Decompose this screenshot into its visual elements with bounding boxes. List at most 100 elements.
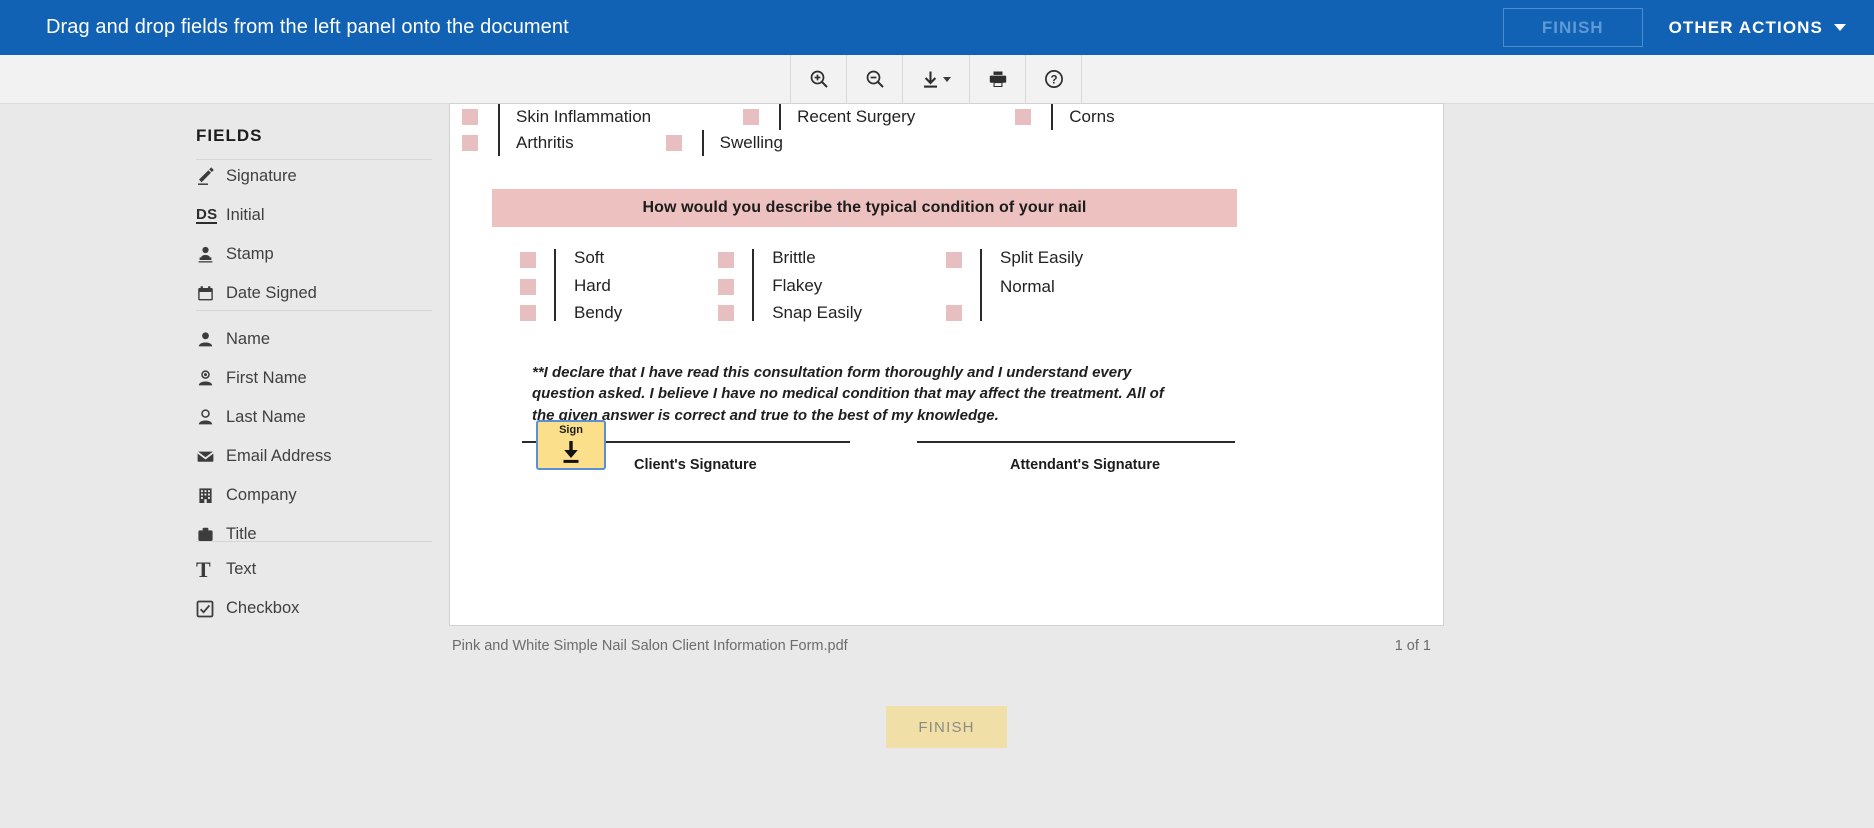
checkbox-field[interactable] bbox=[1015, 109, 1032, 125]
sign-field-tag[interactable]: Sign bbox=[536, 420, 606, 470]
person-last-icon bbox=[196, 408, 226, 427]
column-divider bbox=[554, 249, 556, 321]
document-viewer: Skin Inflammation Recent Surgery Corns A… bbox=[450, 104, 1874, 828]
checkbox-icon bbox=[196, 600, 226, 618]
sidebar-item-label: Email Address bbox=[226, 447, 332, 465]
condition-cell[interactable]: Arthritis bbox=[462, 130, 574, 156]
sidebar-item-label: Checkbox bbox=[226, 599, 300, 617]
checkbox-column bbox=[520, 249, 536, 321]
help-icon: ? bbox=[1044, 70, 1063, 88]
checkbox-column bbox=[718, 249, 735, 321]
sidebar-item-label: Name bbox=[226, 330, 271, 348]
condition-row: Arthritis Swelling bbox=[450, 130, 1443, 156]
zoom-in-icon bbox=[810, 70, 828, 88]
zoom-in-button[interactable] bbox=[790, 55, 846, 103]
topbar-actions: FINISH OTHER ACTIONS bbox=[1502, 8, 1846, 47]
checkbox-field[interactable] bbox=[945, 305, 962, 321]
finish-button-bottom[interactable]: FINISH bbox=[886, 706, 1007, 748]
chevron-down-icon bbox=[1834, 24, 1846, 31]
column-divider bbox=[498, 104, 500, 130]
sidebar-item-title[interactable]: Title bbox=[196, 515, 331, 554]
pen-icon bbox=[196, 167, 226, 186]
option-label: Normal bbox=[999, 277, 1055, 296]
sidebar-item-label: Stamp bbox=[226, 245, 274, 263]
sidebar-item-label: First Name bbox=[226, 369, 307, 387]
person-icon bbox=[196, 330, 226, 349]
checkbox-column bbox=[945, 249, 962, 321]
other-actions-label: OTHER ACTIONS bbox=[1668, 17, 1823, 37]
checkbox-field[interactable] bbox=[520, 252, 536, 268]
field-group-identity: Name First Name Last Name Email Address … bbox=[196, 320, 331, 554]
section-banner: How would you describe the typical condi… bbox=[492, 189, 1237, 227]
checkbox-field[interactable] bbox=[520, 305, 536, 321]
sidebar-item-text[interactable]: T Text bbox=[196, 550, 299, 589]
checkbox-field[interactable] bbox=[718, 305, 735, 321]
checkbox-field[interactable] bbox=[718, 278, 735, 295]
checkbox-field[interactable] bbox=[520, 278, 536, 295]
sidebar-divider-2 bbox=[196, 310, 432, 311]
sidebar-item-last-name[interactable]: Last Name bbox=[196, 398, 331, 437]
option-label: Brittle bbox=[772, 248, 816, 267]
column-divider bbox=[1051, 104, 1054, 130]
option-label: Snap Easily bbox=[772, 303, 862, 322]
sidebar-item-company[interactable]: Company bbox=[196, 476, 331, 515]
field-group-signature: Signature DS Initial Stamp Date Signed bbox=[196, 157, 317, 313]
sidebar-item-first-name[interactable]: First Name bbox=[196, 359, 331, 398]
sidebar-item-label: Initial bbox=[226, 206, 265, 224]
sidebar-item-label: Company bbox=[226, 486, 297, 504]
checkbox-field[interactable] bbox=[718, 252, 735, 268]
condition-row: Skin Inflammation Recent Surgery Corns bbox=[450, 104, 1443, 130]
sidebar-item-checkbox[interactable]: Checkbox bbox=[196, 589, 299, 628]
download-button[interactable] bbox=[902, 55, 969, 103]
document-footer: Pink and White Simple Nail Salon Client … bbox=[450, 630, 1443, 664]
column-divider bbox=[498, 130, 500, 156]
checkbox-field[interactable] bbox=[462, 135, 478, 151]
other-actions-menu[interactable]: OTHER ACTIONS bbox=[1669, 18, 1846, 38]
option-label: Bendy bbox=[574, 303, 623, 322]
sidebar-item-initial[interactable]: DS Initial bbox=[196, 196, 317, 235]
condition-cell[interactable]: Skin Inflammation bbox=[462, 104, 651, 130]
zoom-out-icon bbox=[866, 70, 884, 88]
sidebar-item-email-address[interactable]: Email Address bbox=[196, 437, 331, 476]
column-divider bbox=[779, 104, 782, 130]
condition-label: Swelling bbox=[719, 133, 783, 152]
zoom-out-button[interactable] bbox=[846, 55, 902, 103]
condition-label: Skin Inflammation bbox=[516, 107, 652, 126]
top-condition-rows: Skin Inflammation Recent Surgery Corns A… bbox=[450, 104, 1443, 156]
sidebar-item-name[interactable]: Name bbox=[196, 320, 331, 359]
option-labels: Brittle Flakey Snap Easily bbox=[772, 249, 862, 321]
document-page[interactable]: Skin Inflammation Recent Surgery Corns A… bbox=[450, 104, 1443, 625]
print-button[interactable] bbox=[969, 55, 1025, 103]
page-indicator: 1 of 1 bbox=[1394, 638, 1431, 654]
finish-button-top[interactable]: FINISH bbox=[1502, 8, 1643, 47]
nail-condition-options: Soft Hard Bendy Brittle Flakey Snap Easi… bbox=[492, 249, 1392, 321]
sidebar-item-stamp[interactable]: Stamp bbox=[196, 235, 317, 274]
building-icon bbox=[196, 486, 226, 505]
sidebar-item-date-signed[interactable]: Date Signed bbox=[196, 274, 317, 313]
download-icon bbox=[924, 71, 937, 88]
checkbox-field[interactable] bbox=[462, 109, 478, 125]
checkbox-field[interactable] bbox=[665, 135, 682, 151]
banner-text: How would you describe the typical condi… bbox=[642, 199, 1087, 216]
option-label: Soft bbox=[574, 248, 605, 267]
condition-cell[interactable]: Corns bbox=[1015, 104, 1115, 130]
calendar-icon bbox=[196, 284, 226, 303]
condition-column: Soft Hard Bendy bbox=[520, 249, 622, 321]
checkbox-field[interactable] bbox=[945, 252, 962, 268]
condition-cell[interactable]: Swelling bbox=[665, 130, 783, 156]
checkbox-field[interactable] bbox=[743, 109, 760, 125]
declaration-text: **I declare that I have read this consul… bbox=[532, 364, 1164, 424]
condition-label: Recent Surgery bbox=[797, 107, 916, 126]
stamp-icon bbox=[196, 245, 226, 264]
download-chevron-down-icon bbox=[943, 76, 951, 82]
column-divider bbox=[979, 249, 982, 321]
column-divider bbox=[752, 249, 755, 321]
sidebar-item-label: Last Name bbox=[226, 408, 306, 426]
text-icon: T bbox=[196, 556, 211, 582]
condition-cell[interactable]: Recent Surgery bbox=[743, 104, 915, 130]
sidebar-item-label: Text bbox=[226, 560, 257, 578]
help-button[interactable]: ? bbox=[1025, 55, 1082, 103]
sidebar-item-label: Signature bbox=[226, 167, 297, 185]
instruction-text: Drag and drop fields from the left panel… bbox=[46, 16, 569, 38]
sidebar-item-signature[interactable]: Signature bbox=[196, 157, 317, 196]
